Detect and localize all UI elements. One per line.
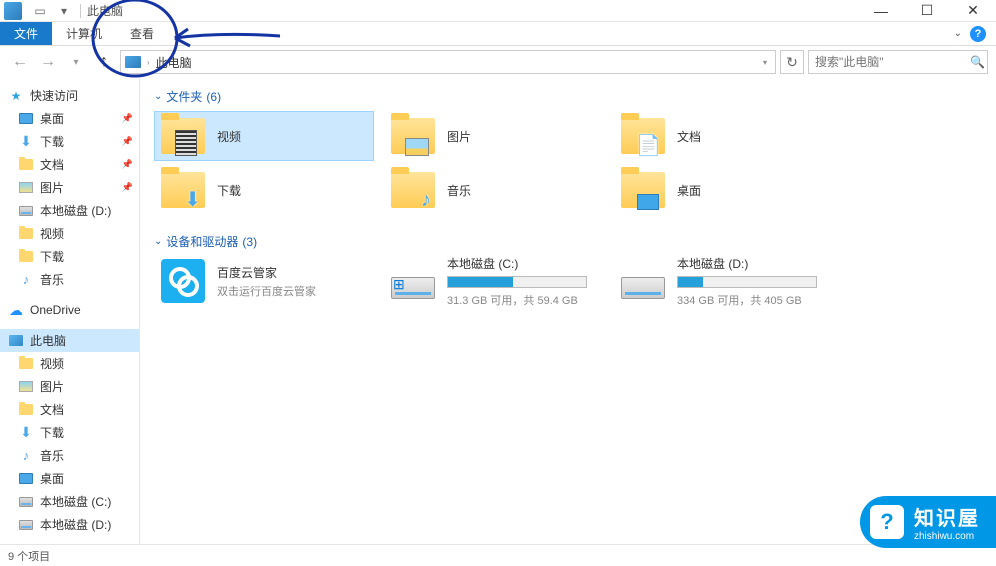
nav-recent-dropdown[interactable]: ▾ xyxy=(64,50,88,74)
nav-back-button[interactable]: ← xyxy=(8,50,32,74)
sidebar-item-downloads[interactable]: ⬇下载📌 xyxy=(0,130,139,153)
folder-icon xyxy=(18,356,34,372)
breadcrumb-dropdown-icon[interactable]: ▾ xyxy=(763,58,767,67)
download-icon: ⬇ xyxy=(18,134,34,150)
sidebar-item-pc-pictures[interactable]: 图片 xyxy=(0,375,139,398)
desktop-icon xyxy=(18,111,34,127)
desktop-icon xyxy=(18,471,34,487)
minimize-button[interactable]: — xyxy=(858,0,904,22)
breadcrumb-location[interactable]: 此电脑 xyxy=(156,54,192,71)
watermark-badge: ? 知识屋 zhishiwu.com xyxy=(860,496,996,548)
drive-d[interactable]: 本地磁盘 (D:)334 GB 可用，共 405 GB xyxy=(614,256,834,306)
sidebar-item-onedrive[interactable]: ☁OneDrive xyxy=(0,299,139,321)
sidebar-item-videos[interactable]: 视频 xyxy=(0,222,139,245)
close-button[interactable]: ✕ xyxy=(950,0,996,22)
music-icon: ♪ xyxy=(421,189,431,212)
refresh-button[interactable]: ↻ xyxy=(780,50,804,74)
sidebar-item-pc-videos[interactable]: 视频 xyxy=(0,352,139,375)
disk-icon xyxy=(18,517,34,533)
drive-c[interactable]: ⊞ 本地磁盘 (C:)31.3 GB 可用，共 59.4 GB xyxy=(384,256,604,306)
window-title: 此电脑 xyxy=(87,2,123,19)
content-pane[interactable]: ⌄ 文件夹 (6) 视频 图片 📄 文档 ⬇ 下载 ♪ 音乐 xyxy=(140,78,996,544)
folder-icon xyxy=(18,249,34,265)
yun-icon xyxy=(161,259,205,303)
system-icon[interactable] xyxy=(4,2,22,20)
search-box[interactable]: 🔍 xyxy=(808,50,988,74)
download-icon: ⬇ xyxy=(18,425,34,441)
nav-up-button[interactable]: ↑ xyxy=(92,50,116,74)
pin-icon: 📌 xyxy=(122,182,133,193)
watermark-icon: ? xyxy=(870,505,904,539)
folder-music[interactable]: ♪ 音乐 xyxy=(384,165,604,215)
sidebar-item-this-pc[interactable]: 此电脑 xyxy=(0,329,139,352)
sidebar-item-downloads[interactable]: 下载 xyxy=(0,245,139,268)
chevron-down-icon: ⌄ xyxy=(154,91,162,102)
group-header-devices[interactable]: ⌄ 设备和驱动器 (3) xyxy=(154,233,982,250)
document-icon: 📄 xyxy=(636,133,661,158)
music-icon: ♪ xyxy=(18,448,34,464)
tab-view[interactable]: 查看 xyxy=(116,22,168,45)
maximize-button[interactable]: ☐ xyxy=(904,0,950,22)
sidebar-item-disk-d[interactable]: 本地磁盘 (D:) xyxy=(0,199,139,222)
pictures-icon xyxy=(18,180,34,196)
chevron-right-icon[interactable]: › xyxy=(147,58,150,67)
star-icon: ★ xyxy=(8,88,24,104)
desktop-icon xyxy=(637,194,659,210)
sidebar-item-documents[interactable]: 文档📌 xyxy=(0,153,139,176)
folder-icon xyxy=(18,226,34,242)
pictures-icon xyxy=(18,379,34,395)
download-icon: ⬇ xyxy=(184,187,201,212)
tab-computer[interactable]: 计算机 xyxy=(52,22,116,45)
navigation-pane[interactable]: ★快速访问 桌面📌 ⬇下载📌 文档📌 图片📌 本地磁盘 (D:) 视频 下载 ♪… xyxy=(0,78,140,544)
qat-new-folder-icon[interactable]: ▾ xyxy=(54,2,74,20)
sidebar-item-disk-d[interactable]: 本地磁盘 (D:) xyxy=(0,513,139,536)
folder-desktop[interactable]: 桌面 xyxy=(614,165,834,215)
folder-videos[interactable]: 视频 xyxy=(154,111,374,161)
pin-icon: 📌 xyxy=(122,113,133,124)
help-icon[interactable]: ? xyxy=(970,26,986,42)
search-icon[interactable]: 🔍 xyxy=(970,55,985,69)
pin-icon: 📌 xyxy=(122,159,133,170)
title-bar: ▭ ▾ 此电脑 — ☐ ✕ xyxy=(0,0,996,22)
expand-ribbon-icon[interactable]: ⌄ xyxy=(954,28,962,39)
sidebar-item-pc-music[interactable]: ♪音乐 xyxy=(0,444,139,467)
folder-documents[interactable]: 📄 文档 xyxy=(614,111,834,161)
sidebar-item-pc-downloads[interactable]: ⬇下载 xyxy=(0,421,139,444)
folder-icon xyxy=(18,402,34,418)
folder-downloads[interactable]: ⬇ 下载 xyxy=(154,165,374,215)
sidebar-item-pc-documents[interactable]: 文档 xyxy=(0,398,139,421)
tab-file[interactable]: 文件 xyxy=(0,22,52,45)
sidebar-item-music[interactable]: ♪音乐 xyxy=(0,268,139,291)
sidebar-item-disk-c[interactable]: 本地磁盘 (C:) xyxy=(0,490,139,513)
drive-usage-bar xyxy=(447,276,587,288)
location-icon xyxy=(125,56,141,68)
music-icon: ♪ xyxy=(18,272,34,288)
device-baiduyun[interactable]: 百度云管家双击运行百度云管家 xyxy=(154,256,374,306)
nav-forward-button[interactable]: → xyxy=(36,50,60,74)
disk-icon xyxy=(18,203,34,219)
picture-icon xyxy=(405,138,429,156)
chevron-down-icon: ⌄ xyxy=(154,236,162,247)
folder-pictures[interactable]: 图片 xyxy=(384,111,604,161)
drive-usage-bar xyxy=(677,276,817,288)
status-bar: 9 个项目 xyxy=(0,544,996,566)
pin-icon: 📌 xyxy=(122,136,133,147)
disk-icon xyxy=(18,494,34,510)
status-text: 9 个项目 xyxy=(8,548,50,564)
windows-icon: ⊞ xyxy=(393,276,405,293)
address-bar: ← → ▾ ↑ › 此电脑 ▾ ↻ 🔍 xyxy=(0,46,996,78)
cloud-icon: ☁ xyxy=(8,302,24,318)
sidebar-item-pictures[interactable]: 图片📌 xyxy=(0,176,139,199)
group-header-folders[interactable]: ⌄ 文件夹 (6) xyxy=(154,88,982,105)
qat-properties-icon[interactable]: ▭ xyxy=(30,2,50,20)
breadcrumb[interactable]: › 此电脑 ▾ xyxy=(120,50,776,74)
pc-icon xyxy=(8,333,24,349)
film-icon xyxy=(175,130,197,156)
sidebar-item-quick-access[interactable]: ★快速访问 xyxy=(0,84,139,107)
ribbon-tabs: 文件 计算机 查看 ⌄ ? xyxy=(0,22,996,46)
sidebar-item-pc-desktop[interactable]: 桌面 xyxy=(0,467,139,490)
sidebar-item-desktop[interactable]: 桌面📌 xyxy=(0,107,139,130)
folder-icon xyxy=(18,157,34,173)
search-input[interactable] xyxy=(815,55,970,69)
